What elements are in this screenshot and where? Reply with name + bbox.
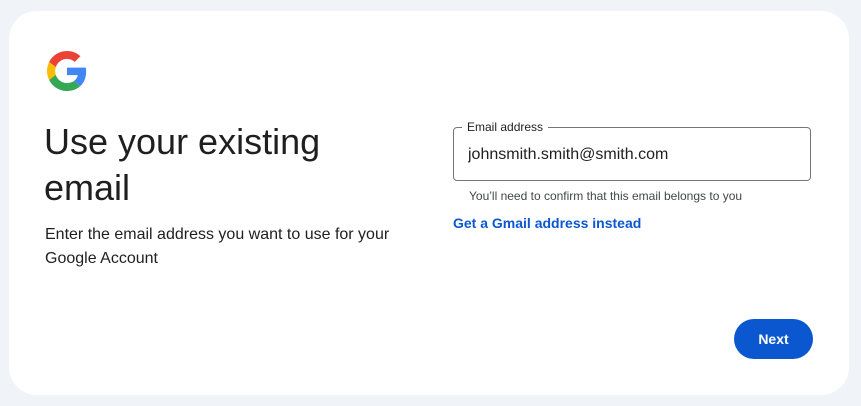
next-button[interactable]: Next (734, 319, 813, 359)
signup-card: Use your existing email Enter the email … (9, 11, 849, 395)
page-title: Use your existing email (44, 121, 321, 208)
email-input[interactable] (468, 142, 798, 168)
gmail-address-link[interactable]: Get a Gmail address instead (453, 213, 641, 233)
email-helper-text: You’ll need to confirm that this email b… (469, 189, 743, 203)
email-field-label: Email address (462, 120, 549, 134)
page-subtitle: Enter the email address you want to use … (45, 226, 390, 267)
email-field[interactable]: Email address (453, 120, 811, 181)
google-logo-icon (47, 51, 87, 91)
